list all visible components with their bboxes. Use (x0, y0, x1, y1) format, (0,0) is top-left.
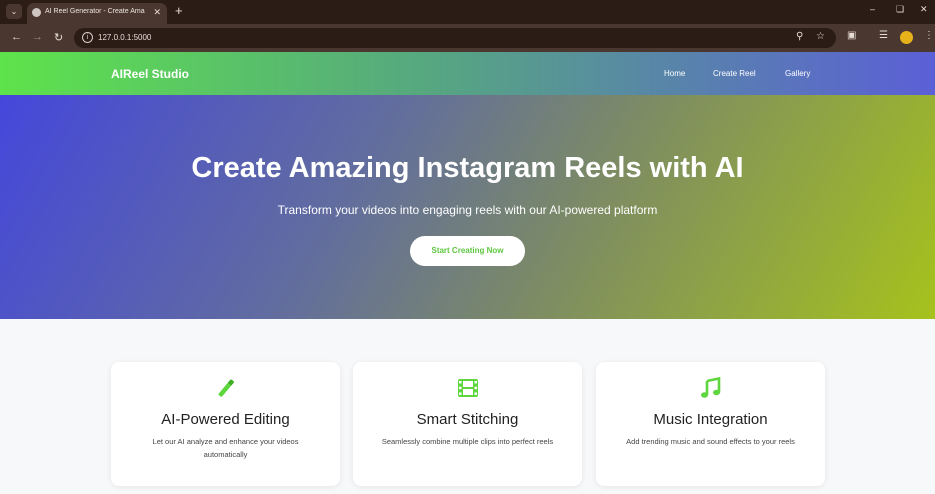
feature-description: Add trending music and sound effects to … (626, 437, 795, 446)
hero-title: Create Amazing Instagram Reels with AI (191, 152, 744, 184)
feature-card-smart-stitching: Smart Stitching Seamlessly combine multi… (353, 362, 582, 486)
magic-wand-icon (111, 377, 340, 405)
minimize-icon[interactable]: – (870, 4, 875, 14)
address-toolbar: ← → ↻ i 127.0.0.1:5000 ⚲ ☆ ▣ ☰ ⋮ (0, 24, 935, 52)
hero-section: Create Amazing Instagram Reels with AI T… (0, 95, 935, 319)
site-info-icon[interactable]: i (82, 32, 93, 43)
forward-icon[interactable]: → (32, 31, 43, 43)
page-viewport: AIReel Studio Home Create Reel Gallery C… (0, 52, 935, 494)
nav-link-home[interactable]: Home (664, 69, 685, 78)
feature-description: Let our AI analyze and enhance your vide… (152, 437, 299, 459)
tab-title: AI Reel Generator - Create Ama... (45, 8, 145, 15)
extensions-icon[interactable]: ▣ (847, 30, 856, 41)
start-creating-button[interactable]: Start Creating Now (410, 236, 525, 266)
hero-subtitle: Transform your videos into engaging reel… (277, 203, 658, 217)
features-section: AI-Powered Editing Let our AI analyze an… (0, 319, 935, 494)
browser-tab-bar: ⌄ AI Reel Generator - Create Ama... ✕ + … (0, 0, 935, 24)
more-menu-icon[interactable]: ⋮ (924, 30, 934, 41)
favicon-icon (32, 8, 41, 17)
feature-title: AI-Powered Editing (161, 411, 290, 428)
reading-list-icon[interactable]: ☰ (879, 30, 888, 41)
film-icon (353, 377, 582, 405)
feature-card-ai-editing: AI-Powered Editing Let our AI analyze an… (111, 362, 340, 486)
zoom-icon[interactable]: ⚲ (796, 31, 803, 42)
browser-tab[interactable]: AI Reel Generator - Create Ama... ✕ (27, 3, 167, 24)
close-tab-icon[interactable]: ✕ (153, 7, 161, 18)
tab-search-icon[interactable]: ⌄ (6, 4, 22, 19)
reload-icon[interactable]: ↻ (54, 31, 63, 44)
nav-link-create-reel[interactable]: Create Reel (713, 69, 756, 78)
profile-avatar[interactable] (900, 31, 913, 44)
brand-logo[interactable]: AIReel Studio (111, 67, 189, 81)
music-note-icon (596, 377, 825, 405)
new-tab-icon[interactable]: + (175, 3, 183, 18)
feature-title: Music Integration (653, 411, 768, 428)
feature-description: Seamlessly combine multiple clips into p… (381, 437, 554, 446)
feature-card-music-integration: Music Integration Add trending music and… (596, 362, 825, 486)
nav-link-gallery[interactable]: Gallery (785, 69, 810, 78)
bookmark-star-icon[interactable]: ☆ (816, 31, 825, 42)
close-window-icon[interactable]: ✕ (920, 4, 928, 15)
feature-title: Smart Stitching (416, 411, 519, 428)
address-bar[interactable]: i 127.0.0.1:5000 ⚲ ☆ (74, 28, 836, 48)
url-text[interactable]: 127.0.0.1:5000 (98, 33, 151, 42)
back-icon[interactable]: ← (11, 31, 22, 43)
site-navbar: AIReel Studio Home Create Reel Gallery (0, 52, 935, 95)
restore-icon[interactable]: ❏ (896, 4, 904, 15)
